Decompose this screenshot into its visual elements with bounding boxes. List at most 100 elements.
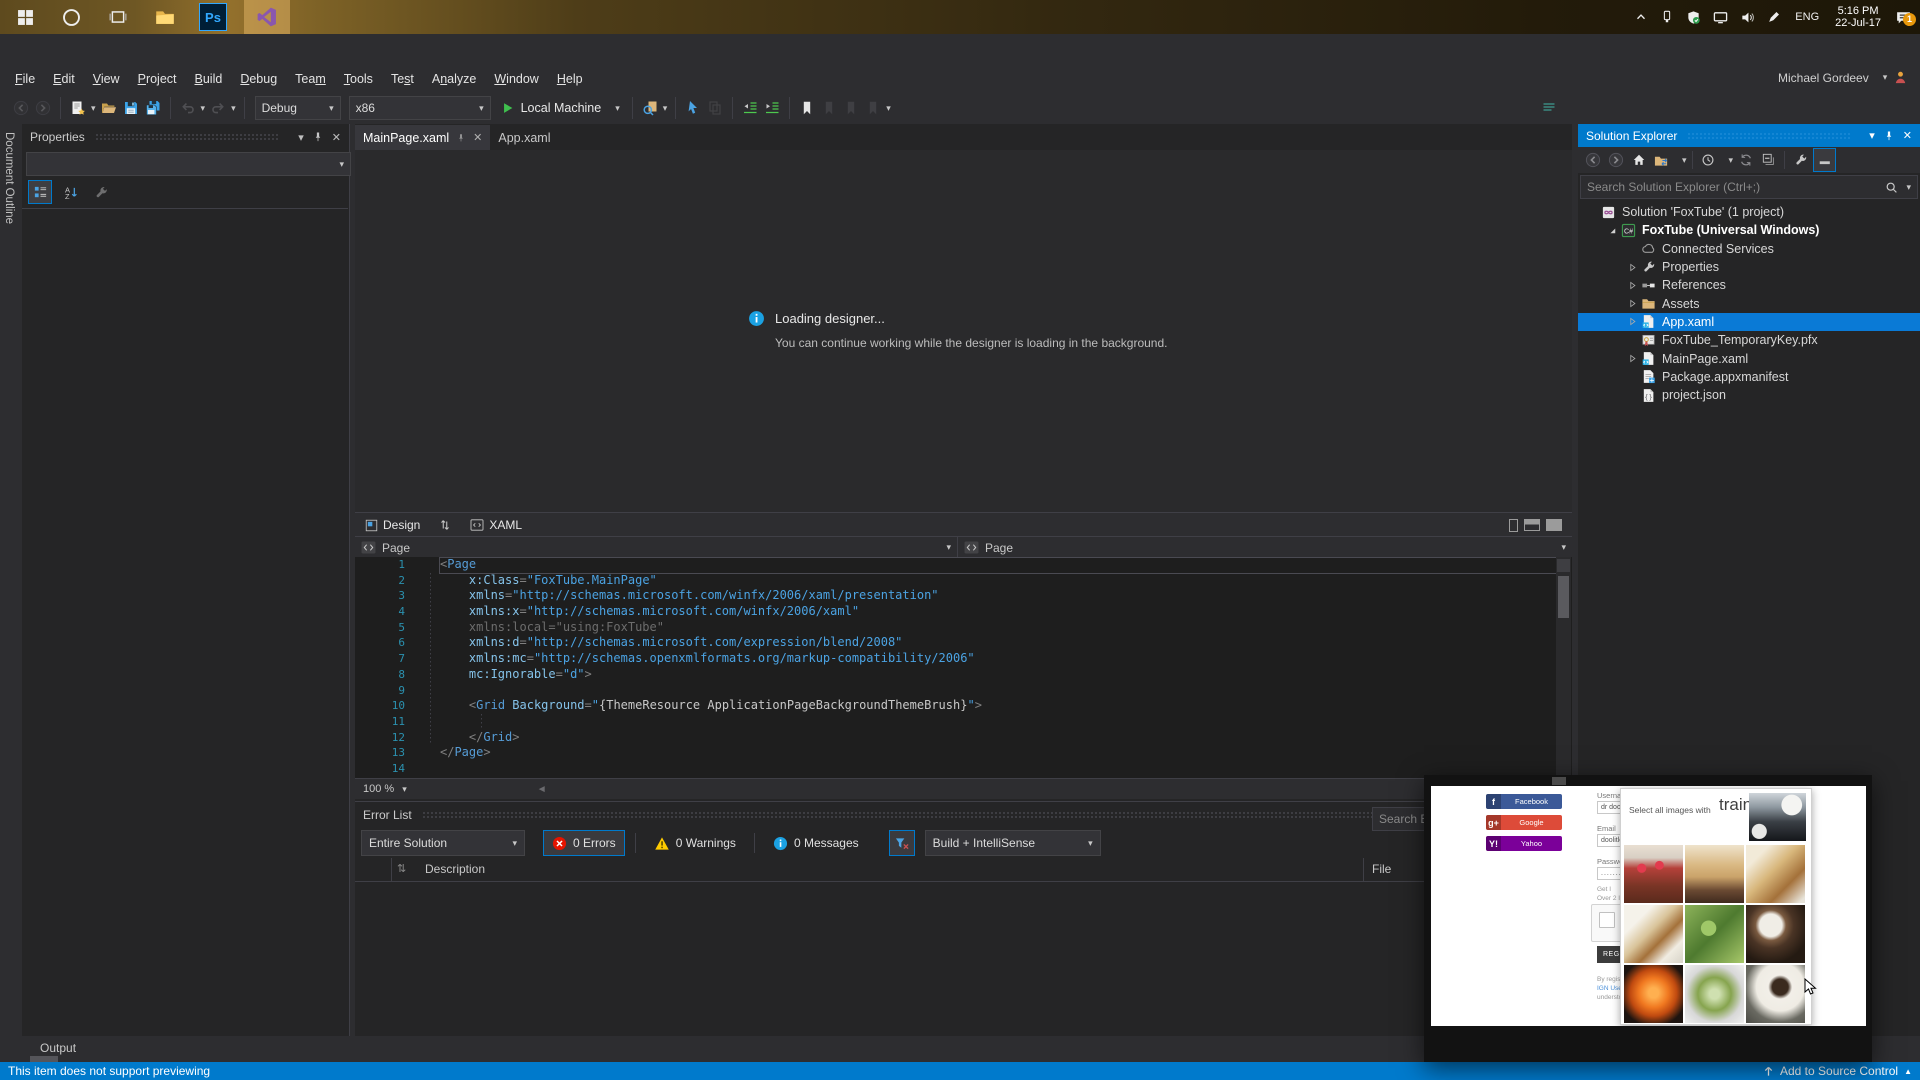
expander-icon[interactable] (1624, 298, 1640, 309)
file-column-header[interactable]: File (1372, 862, 1391, 876)
properties-object-combo[interactable]: ▾ (26, 152, 351, 176)
tray-clock[interactable]: 5:16 PM 22-Jul-17 (1835, 5, 1881, 29)
captcha-tile-dessert[interactable] (1685, 845, 1744, 903)
solution-explorer-search-input[interactable]: Search Solution Explorer (Ctrl+;) ▾ (1580, 175, 1918, 199)
captcha-checkbox[interactable] (1599, 912, 1615, 928)
menu-view[interactable]: View (84, 68, 129, 90)
tree-item-foxtube-temporarykey-pfx[interactable]: FoxTube_TemporaryKey.pfx (1578, 331, 1920, 349)
menu-build[interactable]: Build (186, 68, 232, 90)
solution-explorer-title[interactable]: Solution Explorer ▾ ✕ (1578, 124, 1920, 147)
warnings-filter-button[interactable]: 0 Warnings (646, 831, 744, 855)
chevron-down-icon[interactable]: ▾ (1682, 155, 1687, 166)
save-all-button[interactable] (145, 100, 161, 116)
newsletter-checkbox-label[interactable]: Get I (1597, 886, 1611, 893)
menu-analyze[interactable]: Analyze (423, 68, 485, 90)
tray-notifications-icon[interactable]: 1 (1895, 9, 1916, 26)
breadcrumb-element[interactable]: Page (382, 541, 410, 555)
chevron-down-icon[interactable]: ▾ (402, 784, 407, 795)
find-in-files-button[interactable] (642, 100, 658, 116)
tray-language[interactable]: ENG (1795, 11, 1819, 23)
chevron-down-icon[interactable]: ▾ (1906, 182, 1911, 193)
collapse-pane-button[interactable] (1546, 519, 1562, 531)
close-icon[interactable]: ✕ (473, 131, 482, 144)
horizontal-split-button[interactable] (1524, 519, 1540, 531)
forward-button[interactable] (1605, 149, 1626, 171)
xaml-code-editor[interactable]: 1 <Page 2 x:Class="FoxTube.MainPage" 3 xmln… (355, 557, 1572, 778)
menu-debug[interactable]: Debug (231, 68, 286, 90)
search-icon[interactable] (1885, 181, 1898, 194)
captcha-tile-salad[interactable] (1685, 905, 1744, 963)
splitter-grip[interactable] (1557, 559, 1570, 572)
open-file-button[interactable] (101, 100, 117, 116)
code-line-14[interactable]: 14 (355, 761, 1572, 777)
captcha-tile-fruitbowl[interactable] (1624, 965, 1683, 1023)
zoom-level[interactable]: 100 % (363, 783, 394, 795)
pin-icon[interactable] (1883, 130, 1895, 142)
chevron-down-icon[interactable]: ▾ (663, 103, 668, 114)
code-line-9[interactable]: 9 (355, 683, 1572, 699)
navigate-backward-cursor-button[interactable] (685, 100, 701, 116)
xaml-view-tab[interactable]: XAML (460, 513, 532, 537)
start-debug-button[interactable]: Local Machine ▾ (501, 101, 620, 115)
chevron-down-icon[interactable]: ▾ (946, 542, 951, 553)
tree-item-solution-foxtube-1-project[interactable]: Solution 'FoxTube' (1 project) (1578, 203, 1920, 221)
code-line-7[interactable]: 7 xmlns:mc="http://schemas.openxmlformat… (355, 651, 1572, 667)
scrollbar-thumb[interactable] (1558, 576, 1569, 618)
captcha-tile-pancakes[interactable] (1746, 845, 1805, 903)
captcha-tile-cake[interactable] (1624, 845, 1683, 903)
tray-volume-icon[interactable] (1740, 10, 1755, 25)
taskbar-app-photoshop[interactable]: Ps (190, 0, 236, 34)
expander-icon[interactable] (1604, 225, 1620, 236)
captcha-tile-breakfast[interactable] (1624, 905, 1683, 963)
taskbar-app-cortana[interactable] (48, 0, 94, 34)
menu-file[interactable]: File (6, 68, 44, 90)
categorized-view-button[interactable] (28, 180, 52, 204)
avatar[interactable] (1893, 70, 1908, 85)
video-preview-overlay[interactable]: f Facebook g+ Google Y! Yahoo Userna dr dooli… (1424, 775, 1872, 1062)
tree-item-package-appxmanifest[interactable]: Package.appxmanifest (1578, 368, 1920, 386)
tree-item-assets[interactable]: Assets (1578, 294, 1920, 312)
breadcrumb-element[interactable]: Page (985, 541, 1013, 555)
vertical-split-button[interactable] (1509, 518, 1518, 532)
previous-bookmark-button[interactable] (821, 100, 837, 116)
tree-item-app-xaml[interactable]: App.xaml (1578, 312, 1920, 332)
code-line-13[interactable]: 13 </Page> (355, 745, 1572, 761)
taskbar-app-file-explorer[interactable] (142, 0, 188, 34)
tree-item-foxtube-universal-windows[interactable]: C# FoxTube (Universal Windows) (1578, 221, 1920, 239)
tree-item-references[interactable]: References (1578, 276, 1920, 294)
outdent-button[interactable] (742, 100, 758, 116)
social-login-google[interactable]: g+ Google (1486, 815, 1562, 830)
nav-back-button[interactable] (13, 100, 29, 116)
expander-icon[interactable] (1624, 280, 1640, 291)
window-position-icon[interactable]: ▾ (1869, 129, 1875, 142)
user-name[interactable]: Michael Gordeev (1778, 71, 1869, 85)
property-pages-wrench-icon[interactable] (90, 181, 112, 203)
expander-icon[interactable] (1624, 262, 1640, 273)
close-icon[interactable]: ✕ (1903, 129, 1912, 142)
code-line-2[interactable]: 2 x:Class="FoxTube.MainPage" (355, 573, 1572, 589)
sync-with-active-document-button[interactable] (1735, 149, 1756, 171)
tree-item-connected-services[interactable]: Connected Services (1578, 240, 1920, 258)
properties-button[interactable] (1790, 149, 1811, 171)
tree-item-project-json[interactable]: {} project.json (1578, 386, 1920, 404)
platform-combo[interactable]: x86 ▾ (348, 96, 491, 120)
output-tab[interactable]: Output (40, 1041, 76, 1055)
configuration-combo[interactable]: Debug ▾ (254, 96, 341, 120)
save-button[interactable] (123, 100, 139, 116)
captcha-tile-beans[interactable] (1746, 905, 1805, 963)
captcha-tile-coffee[interactable] (1746, 965, 1805, 1023)
social-login-facebook[interactable]: f Facebook (1486, 794, 1562, 809)
scope-combo[interactable]: Entire Solution ▾ (361, 830, 525, 856)
hscroll-left-arrow[interactable]: ◄ (537, 784, 547, 795)
redo-button[interactable] (210, 100, 226, 116)
switch-views-button[interactable] (1651, 149, 1672, 171)
nav-forward-button[interactable] (35, 100, 51, 116)
breadcrumb-left[interactable]: Page ▾ (355, 537, 957, 558)
tab-app-xaml[interactable]: App.xaml (490, 125, 558, 150)
collapse-all-button[interactable] (1758, 149, 1779, 171)
user-account[interactable]: Michael Gordeev ▾ (1778, 70, 1908, 85)
tray-display-icon[interactable] (1713, 10, 1728, 25)
document-outline-tab[interactable]: Document Outline (0, 124, 23, 1036)
chevron-down-icon[interactable]: ▾ (1729, 155, 1734, 166)
design-view-tab[interactable]: Design (355, 513, 430, 537)
